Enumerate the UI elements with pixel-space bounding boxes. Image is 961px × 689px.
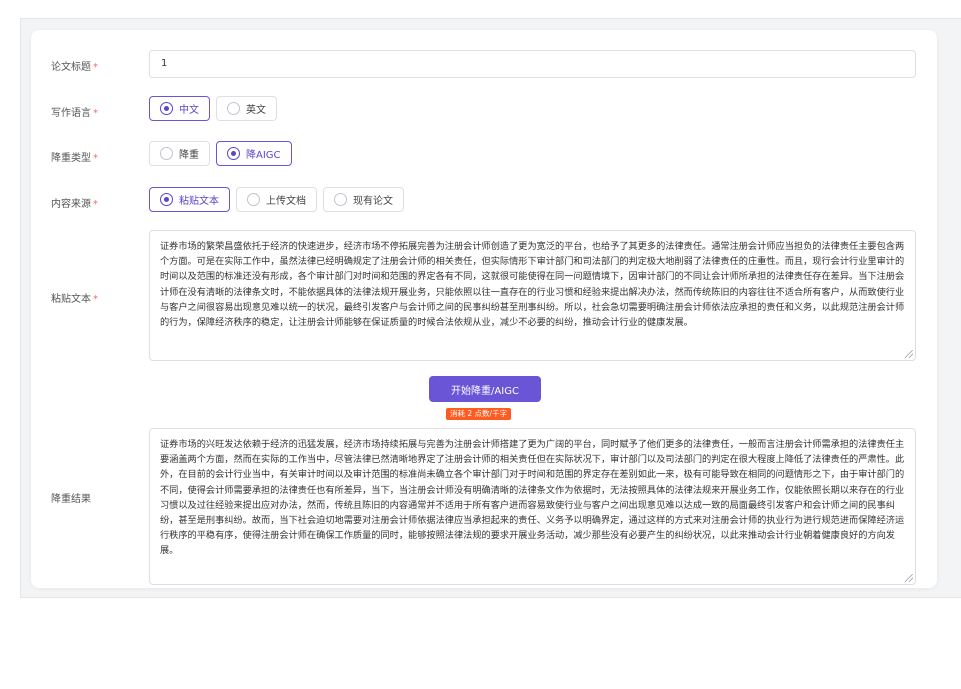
language-radio-group: 中文 英文 bbox=[149, 96, 277, 121]
start-reduce-button-label: 开始降重/AIGC bbox=[451, 385, 519, 397]
content-source-radio-group: 粘贴文本 上传文档 现有论文 bbox=[149, 187, 404, 212]
content-source-option-existing[interactable]: 现有论文 bbox=[323, 187, 404, 212]
title-input[interactable]: 1 bbox=[149, 50, 916, 78]
radio-unchecked-icon bbox=[160, 147, 173, 160]
paste-text-textarea[interactable]: 证券市场的繁荣昌盛依托于经济的快速进步，经济市场不停拓展完善为注册会计师创造了更… bbox=[149, 230, 916, 361]
content-source-option-paste[interactable]: 粘贴文本 bbox=[149, 187, 230, 212]
content-source-option-upload[interactable]: 上传文档 bbox=[236, 187, 317, 212]
title-input-value: 1 bbox=[161, 58, 168, 69]
content-source-row: 内容来源 * 粘贴文本 上传文档 现有论文 bbox=[31, 187, 937, 213]
language-option-english[interactable]: 英文 bbox=[216, 96, 277, 121]
content-source-label-text: 内容来源 bbox=[51, 199, 91, 210]
option-label: 粘贴文本 bbox=[179, 196, 219, 207]
option-label: 英文 bbox=[246, 105, 266, 116]
radio-checked-icon bbox=[227, 147, 240, 160]
reduce-type-option-aigc[interactable]: 降AIGC bbox=[216, 141, 292, 166]
paste-text-label-text: 粘贴文本 bbox=[51, 294, 91, 305]
result-textarea[interactable]: 证券市场的兴旺发达依赖于经济的迅猛发展，经济市场持续拓展与完善为注册会计师搭建了… bbox=[149, 428, 916, 585]
required-mark: * bbox=[93, 153, 98, 164]
required-mark: * bbox=[93, 199, 98, 210]
language-label: 写作语言 * bbox=[51, 104, 98, 119]
option-label: 降重 bbox=[179, 150, 199, 161]
title-label-text: 论文标题 bbox=[51, 62, 91, 73]
option-label: 上传文档 bbox=[266, 196, 306, 207]
result-row: 降重结果 证券市场的兴旺发达依赖于经济的迅猛发展，经济市场持续拓展与完善为注册会… bbox=[31, 428, 937, 585]
result-label: 降重结果 bbox=[51, 490, 91, 505]
resize-grip-icon[interactable] bbox=[905, 574, 913, 582]
language-row: 写作语言 * 中文 英文 bbox=[31, 96, 937, 122]
required-mark: * bbox=[93, 62, 98, 73]
required-mark: * bbox=[93, 108, 98, 119]
radio-unchecked-icon bbox=[227, 102, 240, 115]
title-label: 论文标题 * bbox=[51, 58, 98, 73]
result-label-text: 降重结果 bbox=[51, 494, 91, 505]
option-label: 中文 bbox=[179, 105, 199, 116]
form-card: 论文标题 * 1 写作语言 * 中文 英文 降重类型 * 降重 降AIGC 内容… bbox=[31, 30, 937, 588]
option-label: 降AIGC bbox=[246, 150, 281, 161]
reduce-type-label: 降重类型 * bbox=[51, 149, 98, 164]
paste-text-content: 证券市场的繁荣昌盛依托于经济的快速进步，经济市场不停拓展完善为注册会计师创造了更… bbox=[160, 241, 905, 329]
resize-grip-icon[interactable] bbox=[905, 350, 913, 358]
radio-unchecked-icon bbox=[247, 193, 260, 206]
reduce-type-radio-group: 降重 降AIGC bbox=[149, 141, 292, 166]
cost-badge-text: 消耗 2 点数/千字 bbox=[450, 409, 508, 418]
paste-text-label: 粘贴文本 * bbox=[51, 290, 98, 305]
start-reduce-button[interactable]: 开始降重/AIGC bbox=[429, 376, 541, 402]
radio-unchecked-icon bbox=[334, 193, 347, 206]
paste-text-row: 粘贴文本 * 证券市场的繁荣昌盛依托于经济的快速进步，经济市场不停拓展完善为注册会… bbox=[31, 230, 937, 361]
reduce-type-row: 降重类型 * 降重 降AIGC bbox=[31, 141, 937, 167]
title-row: 论文标题 * 1 bbox=[31, 50, 937, 78]
radio-checked-icon bbox=[160, 193, 173, 206]
reduce-type-label-text: 降重类型 bbox=[51, 153, 91, 164]
radio-checked-icon bbox=[160, 102, 173, 115]
language-label-text: 写作语言 bbox=[51, 108, 91, 119]
cost-badge: 消耗 2 点数/千字 bbox=[446, 408, 512, 420]
content-source-label: 内容来源 * bbox=[51, 195, 98, 210]
reduce-type-option-reduce[interactable]: 降重 bbox=[149, 141, 210, 166]
required-mark: * bbox=[93, 294, 98, 305]
result-content: 证券市场的兴旺发达依赖于经济的迅猛发展，经济市场持续拓展与完善为注册会计师搭建了… bbox=[160, 439, 905, 557]
option-label: 现有论文 bbox=[353, 196, 393, 207]
language-option-chinese[interactable]: 中文 bbox=[149, 96, 210, 121]
